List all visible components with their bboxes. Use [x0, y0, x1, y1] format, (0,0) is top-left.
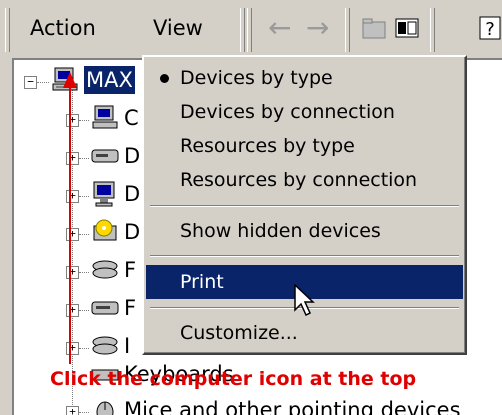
mouse-cursor-icon: [294, 284, 315, 317]
menu-action-label: Action: [30, 16, 96, 40]
callout-text: Click the computer icon at the top: [50, 368, 417, 390]
help-icon[interactable]: ?: [476, 14, 502, 42]
forward-arrow-icon[interactable]: →: [306, 14, 329, 42]
toolbar-grip[interactable]: [5, 8, 10, 52]
tree-item-label: F: [124, 296, 137, 320]
menu-separator: [150, 205, 459, 207]
folder-up-icon[interactable]: [360, 14, 388, 42]
menu-bar: Action View ← → ?: [0, 0, 502, 58]
tree-item-label: C: [124, 106, 139, 130]
menu-item-label: Resources by type: [180, 135, 355, 157]
mouse-icon: [96, 401, 114, 415]
menu-item-resources-by-connection[interactable]: Resources by connection: [146, 163, 463, 197]
tree-item[interactable]: + Mice and other pointing devices: [14, 392, 502, 415]
tree-item-label: D: [124, 220, 141, 244]
tree-item-label: Mice and other pointing devices: [124, 398, 461, 415]
tree-item-label: I: [124, 334, 131, 358]
menu-view[interactable]: View: [153, 15, 203, 41]
tree-item-label: F: [124, 258, 137, 282]
menu-item-customize[interactable]: Customize...: [146, 316, 463, 350]
toolbar-separator-2: [430, 8, 435, 52]
toolbar-grip-2[interactable]: [240, 8, 245, 52]
menu-view-label: View: [153, 16, 203, 40]
tree-item-label: D: [124, 182, 141, 206]
menu-separator: [150, 255, 459, 257]
menu-item-devices-by-connection[interactable]: Devices by connection: [146, 95, 463, 129]
svg-text:?: ?: [485, 19, 495, 40]
toolbar-grip-3[interactable]: [247, 8, 252, 52]
radio-bullet-icon: [160, 74, 169, 83]
menu-item-label: Customize...: [180, 322, 298, 344]
menu-item-label: Devices by type: [180, 67, 333, 89]
menu-action[interactable]: Action: [30, 15, 96, 41]
menu-item-resources-by-type[interactable]: Resources by type: [146, 129, 463, 163]
menu-item-label: Resources by connection: [180, 169, 418, 191]
menu-item-show-hidden-devices[interactable]: Show hidden devices: [146, 214, 463, 248]
callout-arrow-icon: [63, 72, 77, 364]
back-arrow-icon[interactable]: ←: [268, 14, 291, 42]
toolbar-separator: [345, 8, 350, 52]
menu-item-label: Show hidden devices: [180, 220, 381, 242]
properties-icon[interactable]: [393, 14, 421, 42]
menu-item-label: Print: [180, 271, 224, 293]
expand-toggle[interactable]: +: [66, 406, 79, 415]
menu-item-label: Devices by connection: [180, 101, 395, 123]
menu-item-devices-by-type[interactable]: Devices by type: [146, 61, 463, 95]
tree-item-label: D: [124, 144, 141, 168]
collapse-toggle[interactable]: −: [24, 76, 37, 89]
